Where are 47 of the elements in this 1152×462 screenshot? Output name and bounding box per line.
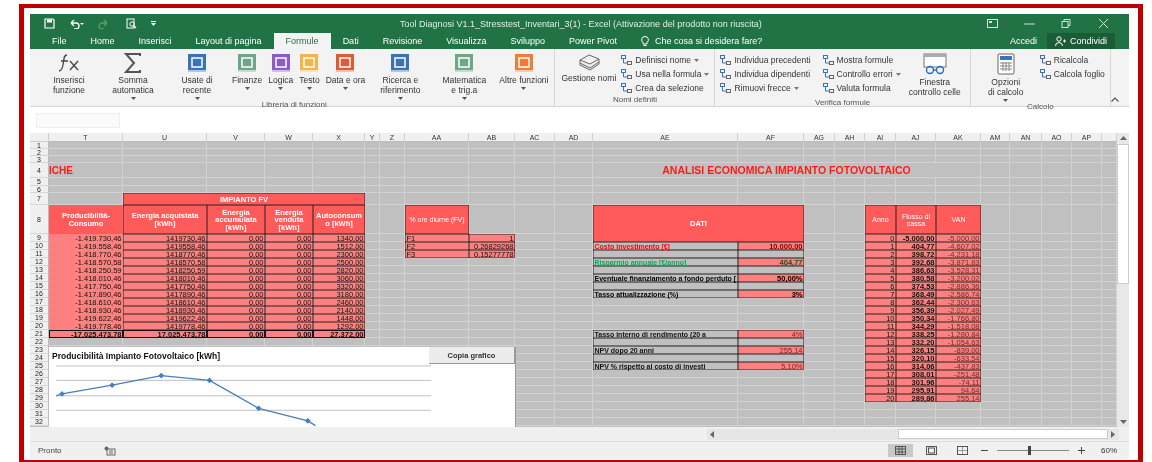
ribbon-button[interactable]: Gestione nomi [558, 51, 620, 84]
group-label: Nomi definiti [611, 95, 658, 106]
ribbon-button[interactable]: Ricalcola [1037, 53, 1107, 67]
ribbon-button[interactable]: Calcola foglio [1037, 67, 1107, 81]
ribbon-button[interactable]: Controllo errori [820, 67, 903, 81]
ribbon-tab[interactable]: Dati [330, 33, 371, 49]
ribbon-button[interactable]: Logica [265, 51, 297, 90]
ribbon-button[interactable]: Finestra controllo celle [902, 51, 967, 98]
group-label: Calcolo [1025, 101, 1055, 111]
ribbon-button[interactable]: Valuta formula [820, 81, 903, 95]
ribbon-tab[interactable]: Inserisci [126, 33, 184, 49]
sign-in-link[interactable]: Accedi [999, 33, 1047, 49]
ribbon-button[interactable]: Inserisci funzione [37, 51, 101, 96]
ribbon-button[interactable]: Individua precedenti [718, 53, 813, 67]
tell-me-field[interactable]: Che cosa si desidera fare? [655, 36, 806, 46]
ribbon-button[interactable]: Testo [296, 51, 323, 90]
ribbon-button[interactable]: Usa nella formula [619, 67, 712, 81]
ribbon-button[interactable]: Opzioni di calcolo [973, 51, 1038, 102]
group-label: Verifica formule [814, 97, 872, 107]
ribbon-button[interactable]: Data e ora [322, 51, 369, 90]
zoom-level[interactable]: 60% [1101, 446, 1117, 455]
group-label: Libreria di funzioni [260, 99, 328, 109]
ribbon-tab[interactable]: Power Pivot [557, 33, 630, 49]
ribbon-tab[interactable]: Layout di pagina [183, 33, 274, 49]
share-button[interactable]: Condividi [1046, 33, 1115, 49]
ribbon-tab[interactable]: File [40, 33, 79, 49]
ribbon-button[interactable]: Crea da selezione [619, 81, 712, 95]
ribbon-button[interactable]: Ricerca e riferimento [368, 51, 433, 100]
chart-title: Producibilità Impianto Fotovoltaico [kWh] [51, 350, 222, 361]
status-text: Pronto [38, 446, 62, 455]
ribbon-button[interactable]: Mostra formule [820, 53, 903, 67]
ribbon-tab[interactable]: Sviluppo [498, 33, 558, 49]
ribbon-button[interactable]: Finanze [229, 51, 266, 90]
ribbon-button[interactable]: Rimuovi frecce [718, 81, 813, 95]
ribbon-tab[interactable]: Home [78, 33, 127, 49]
ribbon-button[interactable]: Altre funzioni [496, 51, 552, 90]
ribbon-button[interactable]: Usate di recente [165, 51, 229, 100]
sheet-title: ANALISI ECONOMICA IMPIANTO FOTOVOLTAICO [593, 163, 981, 178]
ribbon-button[interactable]: Somma automatica [101, 51, 165, 100]
ribbon-tab[interactable]: Formule [273, 33, 331, 49]
ribbon-button[interactable]: Definisci nome [619, 53, 712, 67]
ribbon-button[interactable]: Individua dipendenti [718, 67, 813, 81]
ribbon-tab[interactable]: Visualizza [434, 33, 499, 49]
window-title: Tool Diagnosi V1.1_Stresstest_Inventari_3(1) - Excel (Attivazione del prodotto non riuscita) [399, 18, 763, 29]
ribbon-tab[interactable]: Revisione [370, 33, 435, 49]
sheet-title: ICHE [49, 163, 123, 178]
ribbon-button[interactable]: Matematica e trig.a [432, 51, 497, 100]
